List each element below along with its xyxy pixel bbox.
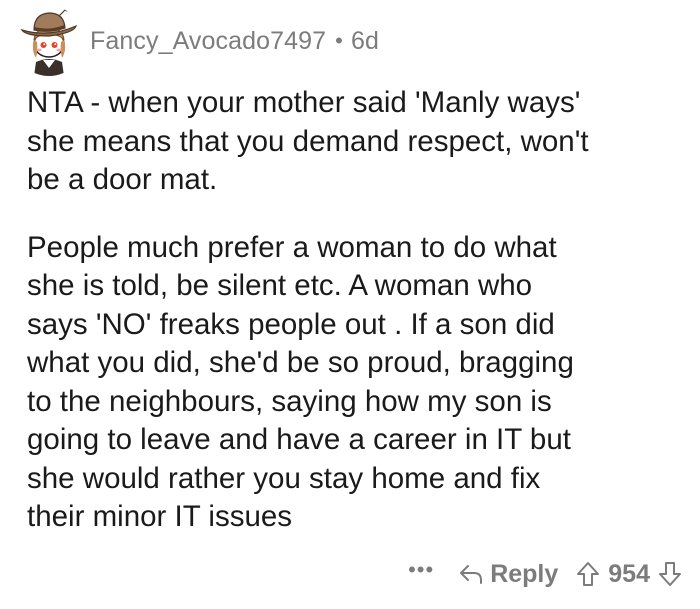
reply-arrow-icon [458,562,484,586]
comment-age: 6d [350,26,379,55]
upvote-arrow-icon [577,562,600,586]
vote-score: 954 [608,559,650,588]
reply-button[interactable]: Reply [458,560,558,589]
reply-label: Reply [490,559,559,588]
downvote-button[interactable] [658,561,682,587]
more-options-button[interactable]: ••• [408,559,434,581]
snoo-avatar-icon [20,6,77,76]
user-avatar[interactable] [14,6,84,76]
comment-paragraph: NTA - when your mother said 'Manly ways'… [27,86,589,196]
comment-actions: ••• Reply 954 [408,554,682,594]
comment-meta: Fancy_Avocado7497 • 6d [90,27,379,56]
comment-header: Fancy_Avocado7497 • 6d [14,6,379,76]
meta-separator: • [335,28,343,53]
username[interactable]: Fancy_Avocado7497 [90,27,326,56]
downvote-arrow-icon [659,562,681,586]
comment-paragraph: People much prefer a woman to do what sh… [27,230,574,534]
upvote-button[interactable] [576,561,600,587]
comment-body: NTA - when your mother said 'Manly ways'… [27,84,687,537]
vote-controls: 954 [576,560,682,589]
